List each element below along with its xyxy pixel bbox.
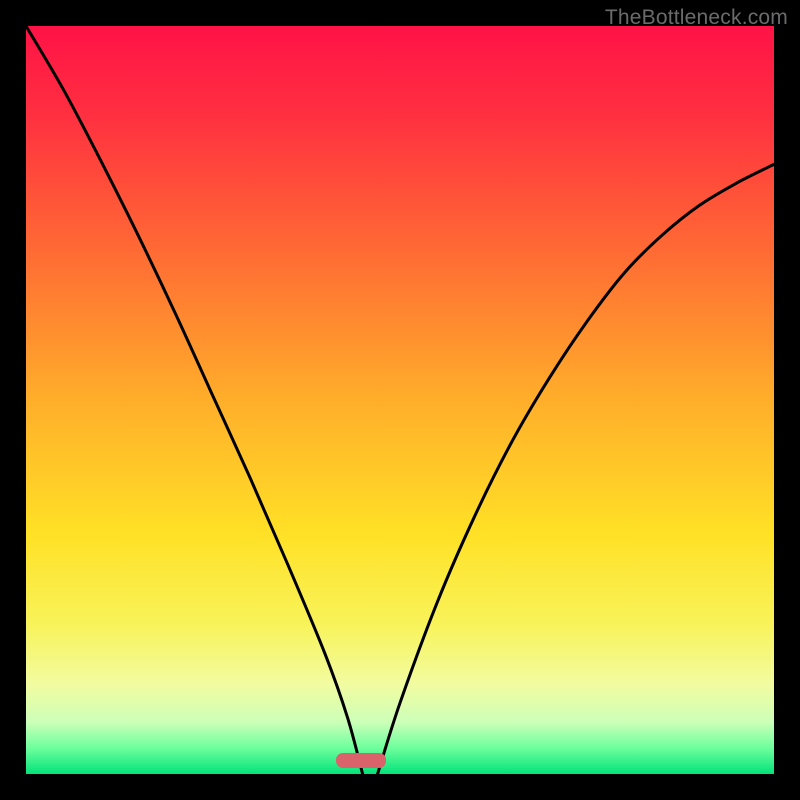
curve-right-branch [378,164,774,774]
outer-frame: TheBottleneck.com [0,0,800,800]
watermark-text: TheBottleneck.com [605,6,788,30]
plot-area [26,26,774,774]
curve-layer [26,26,774,774]
curve-left-branch [26,26,363,774]
optimal-marker [336,753,386,768]
